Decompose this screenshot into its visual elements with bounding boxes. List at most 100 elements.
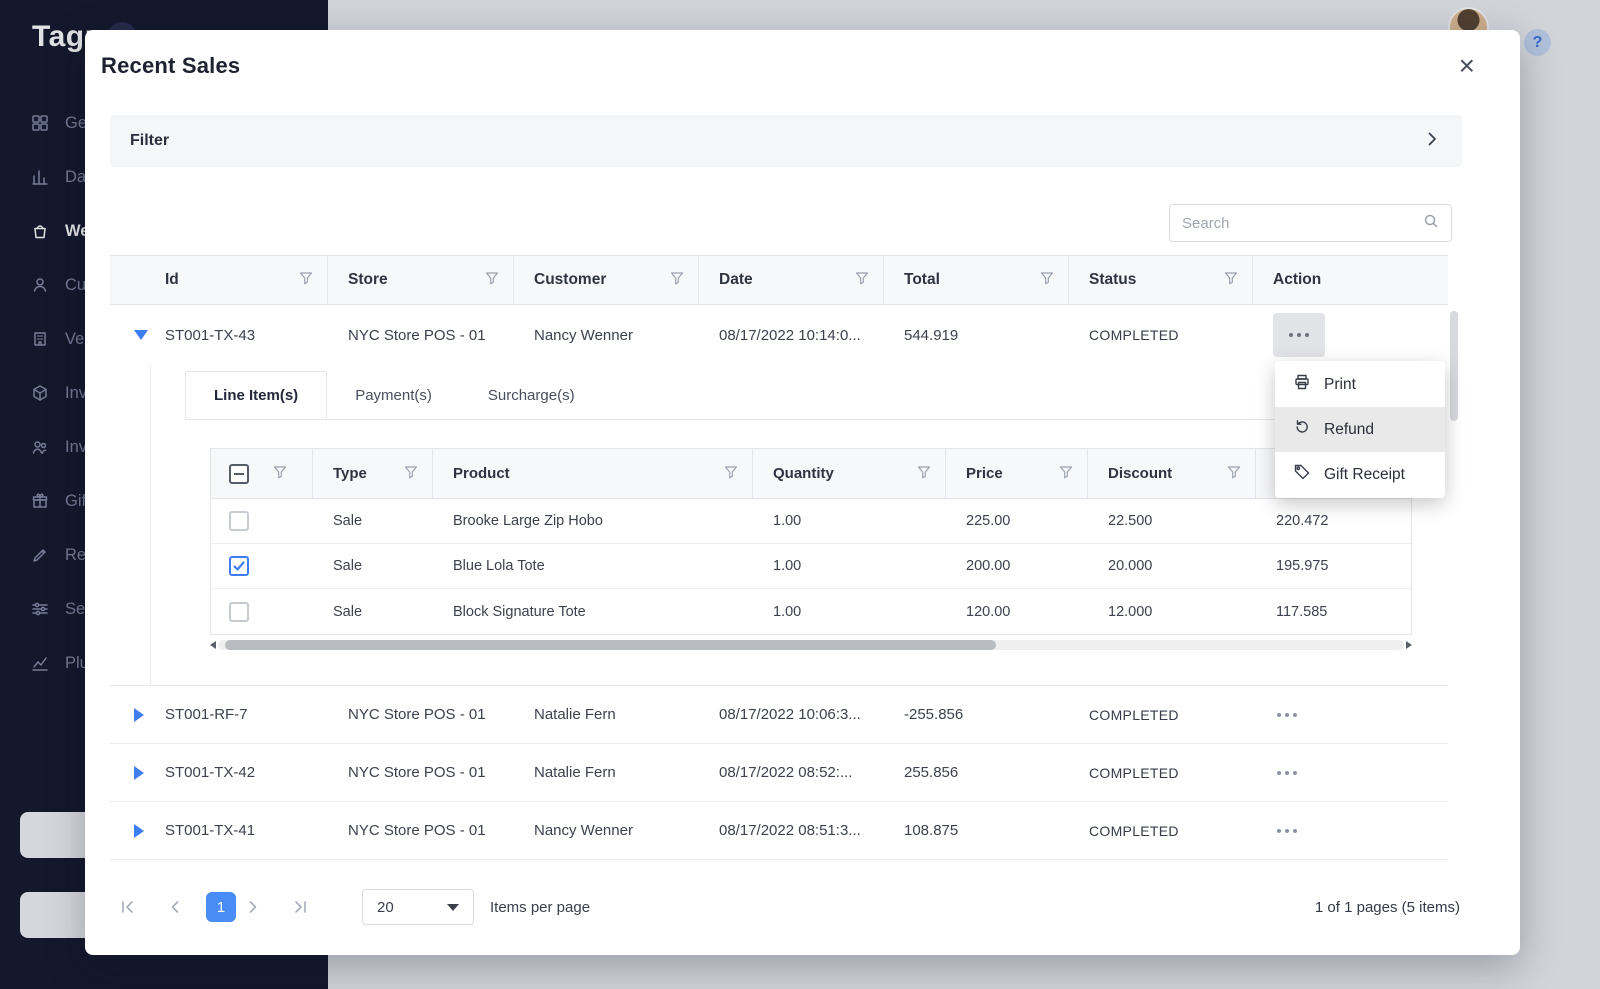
- column-header-store[interactable]: Store: [328, 256, 514, 304]
- row-checkbox[interactable]: [229, 556, 249, 576]
- line-item-row[interactable]: Sale Block Signature Tote 1.00 120.00 12…: [211, 589, 1411, 634]
- search-input[interactable]: [1182, 214, 1423, 232]
- column-header-quantity[interactable]: Quantity: [753, 449, 946, 498]
- triangle-right-icon: [134, 707, 144, 722]
- row-detail-panel: Line Item(s) Payment(s) Surcharge(s) Typ…: [110, 365, 1448, 686]
- filter-funnel-icon[interactable]: [724, 465, 738, 483]
- row-id: ST001-TX-41: [165, 822, 256, 839]
- sales-table: Id Store Customer Date Total Status Acti…: [110, 255, 1460, 860]
- line-items-header: Type Product Quantity Price Discount: [211, 449, 1411, 499]
- filter-funnel-icon[interactable]: [1224, 271, 1238, 290]
- column-label: Product: [453, 465, 510, 482]
- vertical-scrollbar[interactable]: [1448, 255, 1460, 860]
- column-header-date[interactable]: Date: [699, 256, 884, 304]
- filter-funnel-icon[interactable]: [917, 465, 931, 483]
- page-number-button[interactable]: 1: [206, 892, 236, 922]
- collapse-row-button[interactable]: [110, 330, 165, 340]
- menu-item-label: Print: [1324, 375, 1356, 393]
- select-all-cell: [211, 449, 313, 498]
- triangle-right-icon: [134, 823, 144, 838]
- column-header-product[interactable]: Product: [433, 449, 753, 498]
- search-icon[interactable]: [1423, 213, 1439, 234]
- line-item-row[interactable]: Sale Brooke Large Zip Hobo 1.00 225.00 2…: [211, 499, 1411, 544]
- triangle-down-icon: [134, 330, 148, 340]
- line-price: 225.00: [966, 513, 1011, 529]
- tag-icon: [1293, 463, 1311, 486]
- line-discount: 22.500: [1108, 513, 1153, 529]
- column-label: Price: [966, 465, 1003, 482]
- column-label: Store: [348, 271, 388, 288]
- column-header-discount[interactable]: Discount: [1088, 449, 1256, 498]
- status-badge: COMPLETED: [1089, 706, 1179, 723]
- table-row[interactable]: ST001-RF-7 NYC Store POS - 01 Natalie Fe…: [110, 686, 1448, 744]
- filter-funnel-icon[interactable]: [855, 271, 869, 290]
- first-page-button[interactable]: [110, 890, 144, 924]
- scrollbar-thumb[interactable]: [1450, 311, 1458, 421]
- row-actions-button[interactable]: [1273, 313, 1325, 357]
- row-actions-button[interactable]: [1273, 821, 1301, 841]
- filter-funnel-icon[interactable]: [485, 271, 499, 290]
- column-header-id[interactable]: Id: [110, 256, 328, 304]
- line-type: Sale: [333, 558, 363, 574]
- column-header-type[interactable]: Type: [313, 449, 433, 498]
- scrollbar-track[interactable]: [218, 640, 1404, 650]
- scroll-right-icon[interactable]: [1406, 641, 1412, 649]
- table-row[interactable]: ST001-TX-42 NYC Store POS - 01 Natalie F…: [110, 744, 1448, 802]
- page-size-select[interactable]: 20: [362, 889, 474, 925]
- filter-funnel-icon[interactable]: [670, 271, 684, 290]
- expand-row-button[interactable]: [110, 823, 165, 838]
- table-row[interactable]: ST001-TX-43 NYC Store POS - 01 Nancy Wen…: [110, 305, 1448, 365]
- menu-item-print[interactable]: Print: [1275, 362, 1445, 407]
- tab-surcharges[interactable]: Surcharge(s): [460, 371, 603, 419]
- tab-line-items[interactable]: Line Item(s): [185, 371, 328, 419]
- last-page-button[interactable]: [284, 890, 318, 924]
- column-header-status[interactable]: Status: [1069, 256, 1253, 304]
- column-header-customer[interactable]: Customer: [514, 256, 699, 304]
- triangle-right-icon: [134, 765, 144, 780]
- filter-funnel-icon[interactable]: [299, 271, 313, 290]
- row-checkbox[interactable]: [229, 511, 249, 531]
- row-customer: Natalie Fern: [534, 706, 616, 723]
- filter-funnel-icon[interactable]: [1040, 271, 1054, 290]
- row-store: NYC Store POS - 01: [348, 706, 486, 723]
- row-id: ST001-TX-42: [165, 764, 256, 781]
- row-actions-button[interactable]: [1273, 763, 1301, 783]
- previous-page-button[interactable]: [158, 890, 192, 924]
- line-discount: 20.000: [1108, 558, 1153, 574]
- row-actions-button[interactable]: [1273, 705, 1301, 725]
- column-header-action: Action: [1253, 256, 1448, 304]
- tab-payments[interactable]: Payment(s): [327, 371, 460, 419]
- select-all-checkbox[interactable]: [229, 463, 249, 484]
- line-product: Block Signature Tote: [453, 603, 586, 620]
- close-button[interactable]: ×: [1459, 52, 1475, 80]
- filter-funnel-icon[interactable]: [404, 465, 418, 483]
- filter-accordion[interactable]: Filter: [110, 115, 1462, 167]
- expand-row-button[interactable]: [110, 765, 165, 780]
- filter-funnel-icon[interactable]: [1059, 465, 1073, 483]
- scrollbar-thumb[interactable]: [225, 640, 996, 650]
- row-checkbox[interactable]: [229, 601, 249, 622]
- line-quantity: 1.00: [773, 603, 802, 620]
- chevron-down-icon: [447, 903, 459, 911]
- horizontal-scrollbar[interactable]: [210, 640, 1412, 650]
- table-row[interactable]: ST001-TX-41 NYC Store POS - 01 Nancy Wen…: [110, 802, 1448, 860]
- filter-funnel-icon[interactable]: [1227, 465, 1241, 483]
- row-total: 255.856: [904, 764, 959, 781]
- filter-label: Filter: [130, 132, 170, 149]
- scroll-left-icon[interactable]: [210, 641, 216, 649]
- line-quantity: 1.00: [773, 513, 802, 529]
- menu-item-gift-receipt[interactable]: Gift Receipt: [1275, 452, 1445, 497]
- menu-item-refund[interactable]: Refund: [1275, 407, 1445, 452]
- line-item-row[interactable]: Sale Blue Lola Tote 1.00 200.00 20.000 1…: [211, 544, 1411, 589]
- filter-funnel-icon[interactable]: [273, 465, 287, 483]
- expand-row-button[interactable]: [110, 707, 165, 722]
- line-total: 117.585: [1276, 603, 1328, 620]
- row-date: 08/17/2022 10:14:0...: [719, 326, 861, 344]
- row-date: 08/17/2022 08:52:...: [719, 764, 853, 781]
- row-actions-menu: Print Refund Gift Receipt: [1275, 361, 1445, 498]
- column-header-total[interactable]: Total: [884, 256, 1069, 304]
- next-page-button[interactable]: [236, 890, 270, 924]
- line-price: 120.00: [966, 603, 1011, 620]
- column-label: Type: [333, 465, 367, 482]
- column-header-price[interactable]: Price: [946, 449, 1088, 498]
